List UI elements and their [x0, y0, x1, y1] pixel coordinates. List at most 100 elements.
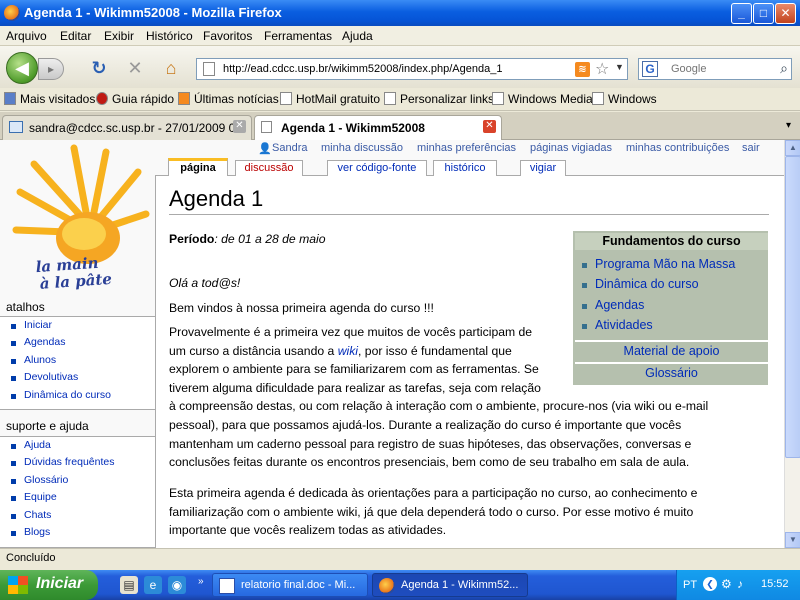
- volume-icon[interactable]: ♪: [737, 577, 743, 591]
- tab-agenda-1[interactable]: Agenda 1 - Wikimm52008 ✕: [254, 115, 502, 141]
- bookmark-star-icon[interactable]: ☆: [595, 59, 609, 79]
- scrollbar-thumb[interactable]: [785, 156, 800, 458]
- page-icon: [492, 92, 504, 105]
- tray-expand-icon[interactable]: ❮: [703, 577, 717, 591]
- menu-ajuda[interactable]: Ajuda: [342, 29, 373, 43]
- my-talk-link[interactable]: minha discussão: [321, 142, 403, 154]
- sidebar-item-glossario[interactable]: Glossário: [0, 472, 155, 489]
- home-icon[interactable]: ⌂: [160, 57, 182, 79]
- ie-icon[interactable]: e: [144, 576, 162, 594]
- menu-arquivo[interactable]: Arquivo: [6, 29, 47, 43]
- sidebar-item-equipe[interactable]: Equipe: [0, 489, 155, 506]
- watchlist-link[interactable]: páginas vigiadas: [530, 142, 612, 154]
- sidebar-item-iniciar[interactable]: Iniciar: [0, 317, 155, 334]
- glossario-link[interactable]: Glossário: [575, 362, 768, 382]
- logout-link[interactable]: sair: [742, 142, 760, 154]
- task-word[interactable]: relatorio final.doc - Mi...: [212, 573, 368, 597]
- back-button[interactable]: ◀: [6, 52, 38, 84]
- contributions-link[interactable]: minhas contribuições: [626, 142, 729, 154]
- menu-historico[interactable]: Histórico: [146, 29, 193, 43]
- sidebar-help-portlet: Ajuda Dúvidas frequêntes Glossário Equip…: [0, 436, 155, 548]
- rss-icon[interactable]: ≋: [575, 62, 590, 77]
- clock[interactable]: 15:52: [761, 578, 789, 590]
- network-icon[interactable]: ⚙: [721, 577, 732, 591]
- menu-favoritos[interactable]: Favoritos: [203, 29, 252, 43]
- page-scrollbar[interactable]: ▲ ▼: [784, 140, 800, 548]
- sidebar-item-chats[interactable]: Chats: [0, 507, 155, 524]
- stop-icon[interactable]: ✕: [124, 57, 146, 79]
- scroll-up-icon[interactable]: ▲: [785, 140, 800, 156]
- forward-button[interactable]: ▸: [38, 58, 64, 80]
- close-tab-icon[interactable]: ✕: [233, 120, 246, 133]
- bookmarks-folder-icon: [4, 92, 16, 105]
- tab-list-icon[interactable]: ▾: [786, 120, 791, 131]
- sidebar-item-devolutivas[interactable]: Devolutivas: [0, 369, 155, 386]
- material-de-apoio-link[interactable]: Material de apoio: [575, 340, 768, 360]
- search-bar[interactable]: G ⌕: [638, 58, 792, 80]
- scroll-down-icon[interactable]: ▼: [785, 532, 800, 548]
- system-tray: PT ❮ ⚙ ♪ 15:52: [676, 570, 800, 600]
- bookmark-guia-rapido[interactable]: Guia rápido: [96, 92, 174, 108]
- page-icon: [261, 121, 272, 133]
- preferences-link[interactable]: minhas preferências: [417, 142, 516, 154]
- la-main-a-la-pate-logo[interactable]: la main à la pâte: [6, 142, 152, 292]
- address-bar[interactable]: ≋ ☆ ▼: [196, 58, 628, 80]
- task-firefox[interactable]: Agenda 1 - Wikimm52...: [372, 573, 528, 597]
- user-link[interactable]: Sandra: [272, 142, 307, 154]
- logo-text-line-2: à la pâte: [39, 270, 112, 292]
- sidebar-item-ajuda[interactable]: Ajuda: [0, 437, 155, 454]
- start-button[interactable]: Iniciar: [0, 570, 98, 600]
- bookmark-mais-visitados[interactable]: Mais visitados: [4, 92, 95, 108]
- sidebar-item-alunos[interactable]: Alunos: [0, 352, 155, 369]
- tab-pagina[interactable]: página: [168, 158, 228, 176]
- quicklaunch-expand-icon[interactable]: »: [198, 576, 204, 587]
- page-icon: [384, 92, 396, 105]
- tab-discussao[interactable]: discussão: [235, 160, 303, 176]
- tab-vigiar[interactable]: vigiar: [520, 160, 566, 176]
- rss-feed-icon: [178, 92, 190, 105]
- firefox-icon: [4, 5, 20, 21]
- bookmark-windows-media[interactable]: Windows Media: [492, 92, 593, 108]
- bookmark-ultimas-noticias[interactable]: Últimas notícias: [178, 92, 279, 108]
- minimize-button[interactable]: _: [731, 3, 752, 24]
- menu-ferramentas[interactable]: Ferramentas: [264, 29, 332, 43]
- sidebar-item-blogs[interactable]: Blogs: [0, 524, 155, 541]
- media-icon[interactable]: ◉: [168, 576, 186, 594]
- tab-ver-codigo[interactable]: ver código-fonte: [327, 160, 427, 176]
- search-icon[interactable]: ⌕: [780, 60, 788, 77]
- url-dropdown-icon[interactable]: ▼: [615, 62, 624, 72]
- sidebar: la main à la pâte atalhos Iniciar Agenda…: [0, 140, 155, 548]
- search-input[interactable]: [671, 61, 767, 77]
- page-content: la main à la pâte atalhos Iniciar Agenda…: [0, 140, 784, 548]
- tab-email[interactable]: sandra@cdcc.sc.usp.br - 27/01/2009 0... …: [2, 115, 252, 140]
- maximize-button[interactable]: □: [753, 3, 774, 24]
- page-icon: [592, 92, 604, 105]
- bookmark-windows[interactable]: Windows: [592, 92, 657, 108]
- user-icon: 👤: [258, 143, 272, 155]
- tab-historico[interactable]: histórico: [433, 160, 497, 176]
- fundamentos-title: Fundamentos do curso: [575, 233, 768, 250]
- wiki-link[interactable]: wiki: [338, 344, 358, 358]
- sidebar-nav-heading: atalhos: [6, 300, 45, 314]
- sidebar-item-dinamica[interactable]: Dinâmica do curso: [0, 387, 155, 404]
- fund-item-programa[interactable]: Programa Mão na Massa: [581, 257, 735, 271]
- reload-icon[interactable]: ↻: [88, 57, 110, 79]
- fundamentos-box: Fundamentos do curso Programa Mão na Mas…: [572, 230, 769, 386]
- close-tab-icon[interactable]: ✕: [483, 120, 496, 133]
- menu-editar[interactable]: Editar: [60, 29, 91, 43]
- bookmark-hotmail[interactable]: HotMail gratuito: [280, 92, 380, 108]
- sidebar-item-agendas[interactable]: Agendas: [0, 334, 155, 351]
- fund-item-dinamica[interactable]: Dinâmica do curso: [582, 277, 699, 291]
- sidebar-item-duvidas[interactable]: Dúvidas frequêntes: [0, 454, 155, 471]
- close-window-button[interactable]: ✕: [775, 3, 796, 24]
- bookmark-personalizar-links[interactable]: Personalizar links: [384, 92, 494, 108]
- welcome-text: Bem vindos à nossa primeira agenda do cu…: [169, 301, 434, 315]
- show-desktop-icon[interactable]: ▤: [120, 576, 138, 594]
- language-indicator[interactable]: PT: [683, 579, 697, 591]
- fund-item-atividades[interactable]: Atividades: [582, 318, 653, 332]
- menu-exibir[interactable]: Exibir: [104, 29, 134, 43]
- period-value: : de 01 a 28 de maio: [214, 232, 326, 246]
- url-input[interactable]: [223, 61, 563, 77]
- fund-item-agendas[interactable]: Agendas: [581, 298, 644, 312]
- google-icon[interactable]: G: [642, 61, 658, 77]
